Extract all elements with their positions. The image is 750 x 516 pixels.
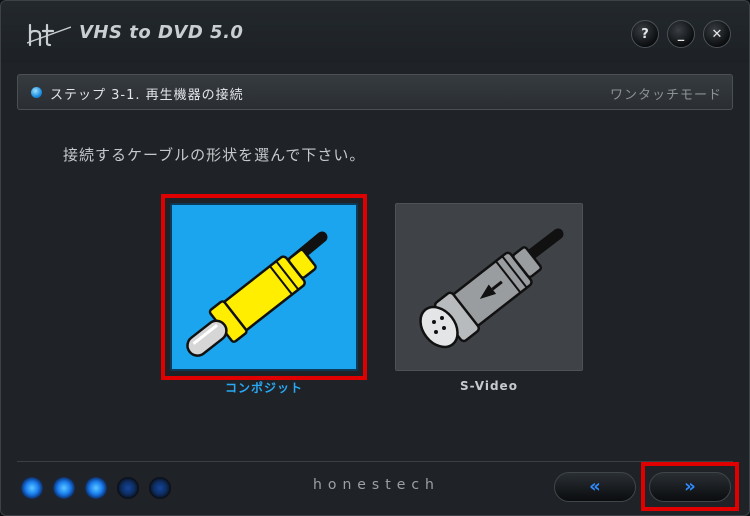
app-title: VHS to DVD 5.0	[79, 22, 244, 43]
minimize-button[interactable]: _	[667, 20, 695, 48]
s-video-plug-icon	[419, 228, 564, 349]
selected-option-highlight	[161, 194, 367, 380]
back-button[interactable]: «	[554, 472, 636, 502]
progress-dot-4	[117, 477, 139, 499]
close-button[interactable]: ✕	[703, 20, 731, 48]
option-svideo[interactable]	[395, 203, 583, 371]
step-label: ステップ 3-1. 再生機器の接続	[50, 88, 244, 103]
instruction-text: 接続するケーブルの形状を選んで下さい。	[63, 146, 366, 164]
double-chevron-left-icon: «	[589, 476, 601, 497]
option-label-composite[interactable]: コンポジット	[170, 379, 358, 396]
option-label-svideo[interactable]: S-Video	[395, 379, 583, 393]
progress-dot-1	[21, 477, 43, 499]
step-bar: ステップ 3-1. 再生機器の接続 ワンタッチモード	[17, 74, 733, 110]
step-indicator-icon	[31, 87, 42, 98]
footer-divider	[17, 461, 733, 462]
ht-logo-icon	[27, 23, 71, 47]
help-button[interactable]: ?	[631, 20, 659, 48]
mode-label: ワンタッチモード	[609, 88, 722, 103]
title-bar: VHS to DVD 5.0 ? _ ✕	[1, 1, 749, 63]
app-window: VHS to DVD 5.0 ? _ ✕ ステップ 3-1. 再生機器の接続 ワ…	[0, 0, 750, 516]
progress-dot-5	[149, 477, 171, 499]
progress-dot-2	[53, 477, 75, 499]
progress-dot-3	[85, 477, 107, 499]
next-button-highlight	[641, 462, 739, 511]
brand-label: honestech	[313, 477, 440, 493]
